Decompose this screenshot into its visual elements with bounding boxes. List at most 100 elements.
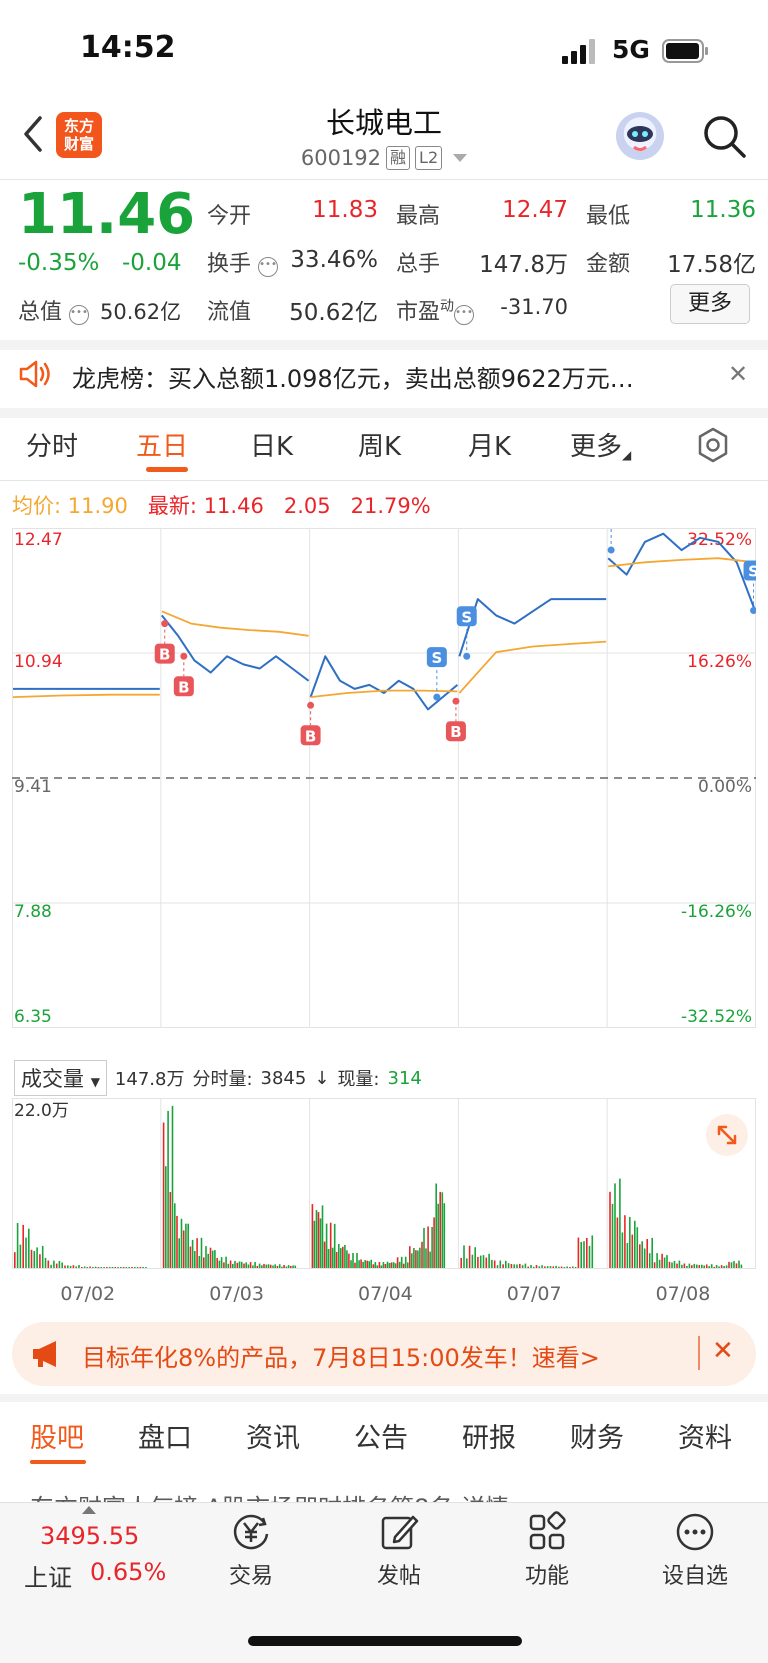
volume-bar [311,1204,314,1268]
five-day-price-chart[interactable]: 12.47 32.52%10.94 16.26%9.41 0.00%7.88 -16.2… [12,528,756,1058]
close-icon[interactable]: ✕ [728,360,748,388]
volume-bar [72,1265,75,1268]
volume-bar [696,1264,698,1268]
cellular-signal-icon [562,39,595,64]
info-icon[interactable]: ••• [454,305,475,325]
buy-marker-label: B [450,723,461,741]
volume-bar [386,1261,389,1268]
tab-financials[interactable]: 财务 [570,1416,624,1455]
robot-assistant-icon[interactable] [616,112,664,160]
current-volume-value: 314 [387,1067,422,1089]
tab-order-book[interactable]: 盘口 [138,1416,192,1455]
info-icon[interactable]: ••• [258,257,279,277]
nav-functions[interactable]: 功能 [492,1510,602,1590]
volume-chart[interactable]: 22.0万 [12,1098,756,1280]
y-tick-left: 9.41 [14,777,52,797]
volume-bar [89,1266,91,1268]
tab-intraday[interactable]: 分时 [26,426,78,463]
tab-daily-k[interactable]: 日K [250,426,293,463]
volume-bar [33,1251,36,1268]
volume-bar [671,1262,673,1268]
tab-five-day[interactable]: 五日 [136,426,188,463]
more-quote-button[interactable]: 更多 [670,284,750,324]
volume-bar [111,1267,114,1268]
volume-axis-max: 22.0万 [14,1101,69,1121]
volume-bar [131,1267,133,1268]
gear-icon[interactable] [694,426,732,464]
tab-news[interactable]: 资讯 [246,1416,300,1455]
nav-add-watchlist[interactable]: 设自选 [640,1510,750,1590]
volume-bar [631,1234,634,1268]
volume-bar [75,1266,77,1268]
latest-percent: 21.79% [350,494,431,518]
close-icon[interactable]: ✕ [712,1336,734,1366]
volume-bar [419,1247,421,1268]
volume-bar [356,1253,358,1268]
promo-text[interactable]: 目标年化8%的产品，7月8日15:00发车！速看> [82,1338,600,1373]
volume-bar [409,1246,411,1268]
volume-bar [505,1260,507,1268]
volume-bar [216,1258,218,1268]
volume-bar [730,1262,733,1268]
volume-bar [683,1263,686,1268]
volume-bar [174,1203,176,1268]
volume-bar [718,1266,720,1268]
volume-bar [643,1248,646,1268]
index-name[interactable]: 上证 [24,1558,72,1593]
tab-research[interactable]: 研报 [462,1416,516,1455]
volume-indicator-select[interactable]: 成交量 ▼ [14,1060,107,1096]
volume-bar [425,1248,427,1268]
battery-icon [662,39,708,63]
date-tick: 07/02 [60,1283,116,1305]
volume-bar [400,1256,403,1268]
nav-post[interactable]: 发帖 [344,1510,454,1590]
volume-bar [569,1267,571,1268]
volume-bar [67,1265,69,1268]
back-icon[interactable] [18,112,48,156]
volume-bar [53,1260,55,1268]
y-tick-left: 10.94 [14,652,63,672]
volume-bar [668,1261,671,1268]
volume-bar [136,1267,139,1268]
volume-bar [634,1220,636,1268]
nav-trade[interactable]: 交易 [196,1510,306,1590]
volume-bar [574,1267,577,1268]
app-logo[interactable]: 东方 财富 [56,112,102,158]
tab-guba[interactable]: 股吧 [30,1416,84,1455]
home-indicator [248,1636,522,1646]
index-percent[interactable]: 0.65% [90,1558,166,1586]
tab-more[interactable]: 更多◢ [570,426,631,463]
volume-bar [616,1217,619,1268]
volume-bar [39,1254,41,1268]
tab-weekly-k[interactable]: 周K [358,426,401,463]
pe-superscript: 动 [440,298,455,315]
feed-peek-text[interactable]: 东方财富人气榜 A股市场即时排名第8名 详情» [30,1488,740,1502]
logo-line-1: 东方 [63,117,94,135]
tab-profile[interactable]: 资料 [678,1416,732,1455]
dragon-tiger-text[interactable]: 龙虎榜：买入总额1.098亿元，卖出总额9622万元… [72,359,692,394]
volume-bar [360,1259,362,1268]
volume-bar [189,1246,192,1268]
info-icon[interactable]: ••• [69,305,90,325]
float-label: 流值 [207,300,252,325]
status-time: 14:52 [80,30,176,65]
stock-code-selector[interactable]: 600192 融 L2 [234,146,534,170]
volume-bar [720,1265,723,1268]
tab-announcements[interactable]: 公告 [354,1416,408,1455]
volume-bar [194,1251,196,1268]
volume-bar [676,1263,678,1268]
volume-bar [693,1263,696,1268]
volume-bar [218,1260,221,1268]
volume-bar [106,1267,108,1268]
volume-bar [252,1265,254,1268]
expand-icon[interactable] [706,1114,748,1156]
network-type: 5G [612,35,650,64]
volume-bar [64,1265,66,1268]
search-icon[interactable] [700,112,748,160]
tab-monthly-k[interactable]: 月K [468,426,511,463]
index-value[interactable]: 3495.55 [40,1522,139,1550]
volume-bar [263,1263,265,1268]
volume-bar [294,1265,297,1268]
volume-bar [538,1266,541,1268]
volume-bar [624,1215,626,1268]
